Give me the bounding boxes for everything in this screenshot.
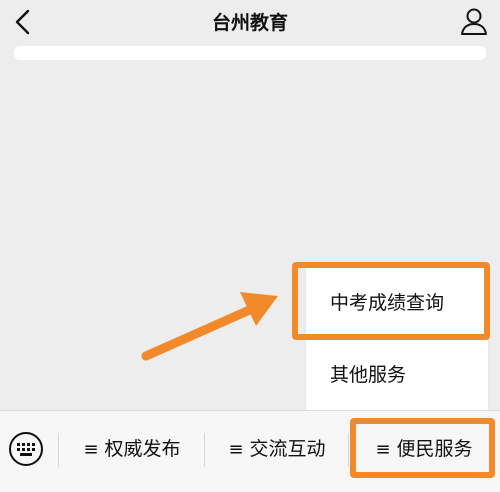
- menu-item-label: 交流互动: [249, 438, 326, 460]
- page-title: 台州教育: [211, 12, 288, 34]
- menu-divider: [204, 433, 205, 467]
- submenu-popup: 中考成绩查询 其他服务: [306, 268, 488, 410]
- menu-divider: [348, 433, 349, 467]
- person-icon[interactable]: [458, 5, 490, 37]
- header-bar: 台州教育: [0, 0, 500, 44]
- menu-item-interaction[interactable]: ≡ 交流互动: [210, 429, 344, 469]
- menu-item-label: 权威发布: [104, 438, 181, 460]
- menu-lines-icon: ≡: [83, 439, 99, 460]
- keyboard-icon[interactable]: [8, 431, 44, 467]
- menu-lines-icon: ≡: [228, 439, 244, 460]
- submenu-item-other-services[interactable]: 其他服务: [306, 340, 488, 410]
- menu-item-public-services[interactable]: ≡ 便民服务: [356, 429, 492, 469]
- message-card: [14, 46, 486, 60]
- menu-item-label: 便民服务: [396, 438, 473, 460]
- menu-divider: [58, 433, 59, 467]
- menu-item-official-release[interactable]: ≡ 权威发布: [66, 429, 198, 469]
- submenu-item-score-query[interactable]: 中考成绩查询: [306, 268, 488, 338]
- menu-lines-icon: ≡: [375, 439, 391, 460]
- bottom-menu-bar: ≡ 权威发布 ≡ 交流互动 ≡ 便民服务: [0, 410, 500, 492]
